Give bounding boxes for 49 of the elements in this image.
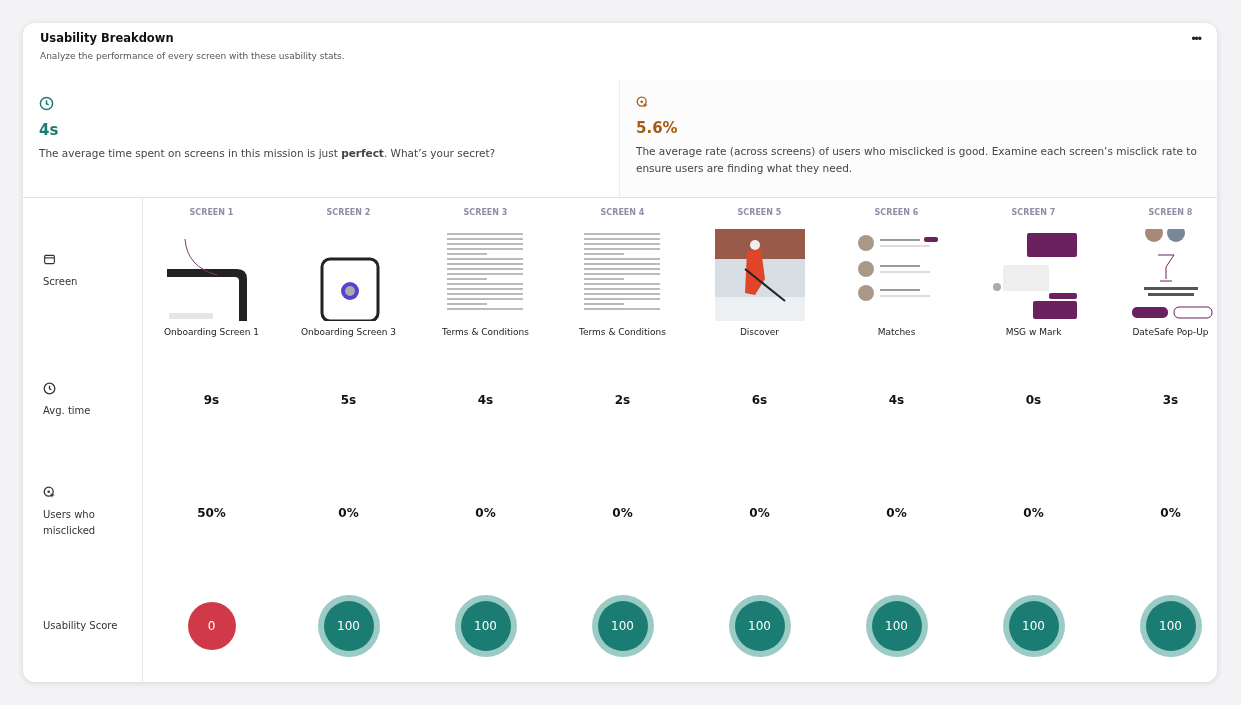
avg-time-value: 4s: [888, 393, 905, 407]
avg-time-value: 5s: [340, 393, 357, 407]
screen-heading: SCREEN 6: [874, 208, 919, 217]
misclick-value: 0%: [1160, 505, 1181, 520]
screen-name: Matches: [877, 327, 916, 337]
screen-name: Onboarding Screen 1: [163, 327, 260, 337]
avg-time-value: 9s: [203, 393, 220, 407]
card-subtitle: Analyze the performance of every screen with these usability stats.: [40, 51, 345, 61]
screen-heading: SCREEN 7: [1011, 208, 1056, 217]
row-label: Usability Score: [43, 619, 119, 633]
screen-heading: SCREEN 2: [326, 208, 371, 217]
screen-heading: SCREEN 4: [600, 208, 645, 217]
clock-icon: [39, 96, 54, 111]
misclick-value: 50%: [197, 505, 226, 520]
cursor-target-icon: [636, 96, 649, 109]
summary-text: The average time spent on screens in this mission is just perfect. What’s your secret?: [39, 146, 497, 161]
screen-name: Discover: [739, 327, 780, 337]
window-icon: [43, 253, 56, 266]
screen-heading: SCREEN 1: [189, 208, 234, 217]
avg-time-value: 4s: [477, 393, 494, 407]
misclick-value: 0%: [1023, 505, 1044, 520]
screen-name: Terms & Conditions: [579, 327, 666, 337]
cursor-target-icon: [43, 486, 56, 499]
more-menu-button[interactable]: •••: [1191, 31, 1201, 47]
screen-name: Terms & Conditions: [442, 327, 529, 337]
screen-heading: SCREEN 3: [463, 208, 508, 217]
misclick-value: 0%: [749, 505, 770, 520]
screen-heading: SCREEN 8: [1148, 208, 1193, 217]
misclick-value: 0%: [338, 505, 359, 520]
screen-name: Onboarding Screen 3: [300, 327, 397, 337]
avg-time-value: 6s: [751, 393, 768, 407]
summary-value: 5.6%: [636, 119, 679, 137]
screen-name: DateSafe Pop-Up: [1132, 327, 1209, 337]
score-badge: 0: [187, 602, 236, 650]
row-label: Users who misclicked: [43, 508, 97, 538]
screen-name: MSG w Mark: [1005, 327, 1062, 337]
misclick-value: 0%: [475, 505, 496, 520]
summary-value: 4s: [39, 121, 60, 139]
avg-time-value: 0s: [1025, 393, 1042, 407]
avg-time-value: 3s: [1162, 393, 1179, 407]
avg-time-value: 2s: [614, 393, 631, 407]
row-label: Screen: [43, 275, 79, 289]
row-label: Avg. time: [43, 403, 92, 418]
misclick-value: 0%: [612, 505, 633, 520]
screen-heading: SCREEN 5: [737, 208, 782, 217]
misclick-value: 0%: [886, 505, 907, 520]
card-title: Usability Breakdown: [40, 31, 175, 45]
summary-text: The average rate (across screens) of users who misclicked is good. Examine each screen’s misclick rate to ensure users are finding what they need.: [636, 144, 1198, 176]
clock-icon: [43, 381, 56, 395]
